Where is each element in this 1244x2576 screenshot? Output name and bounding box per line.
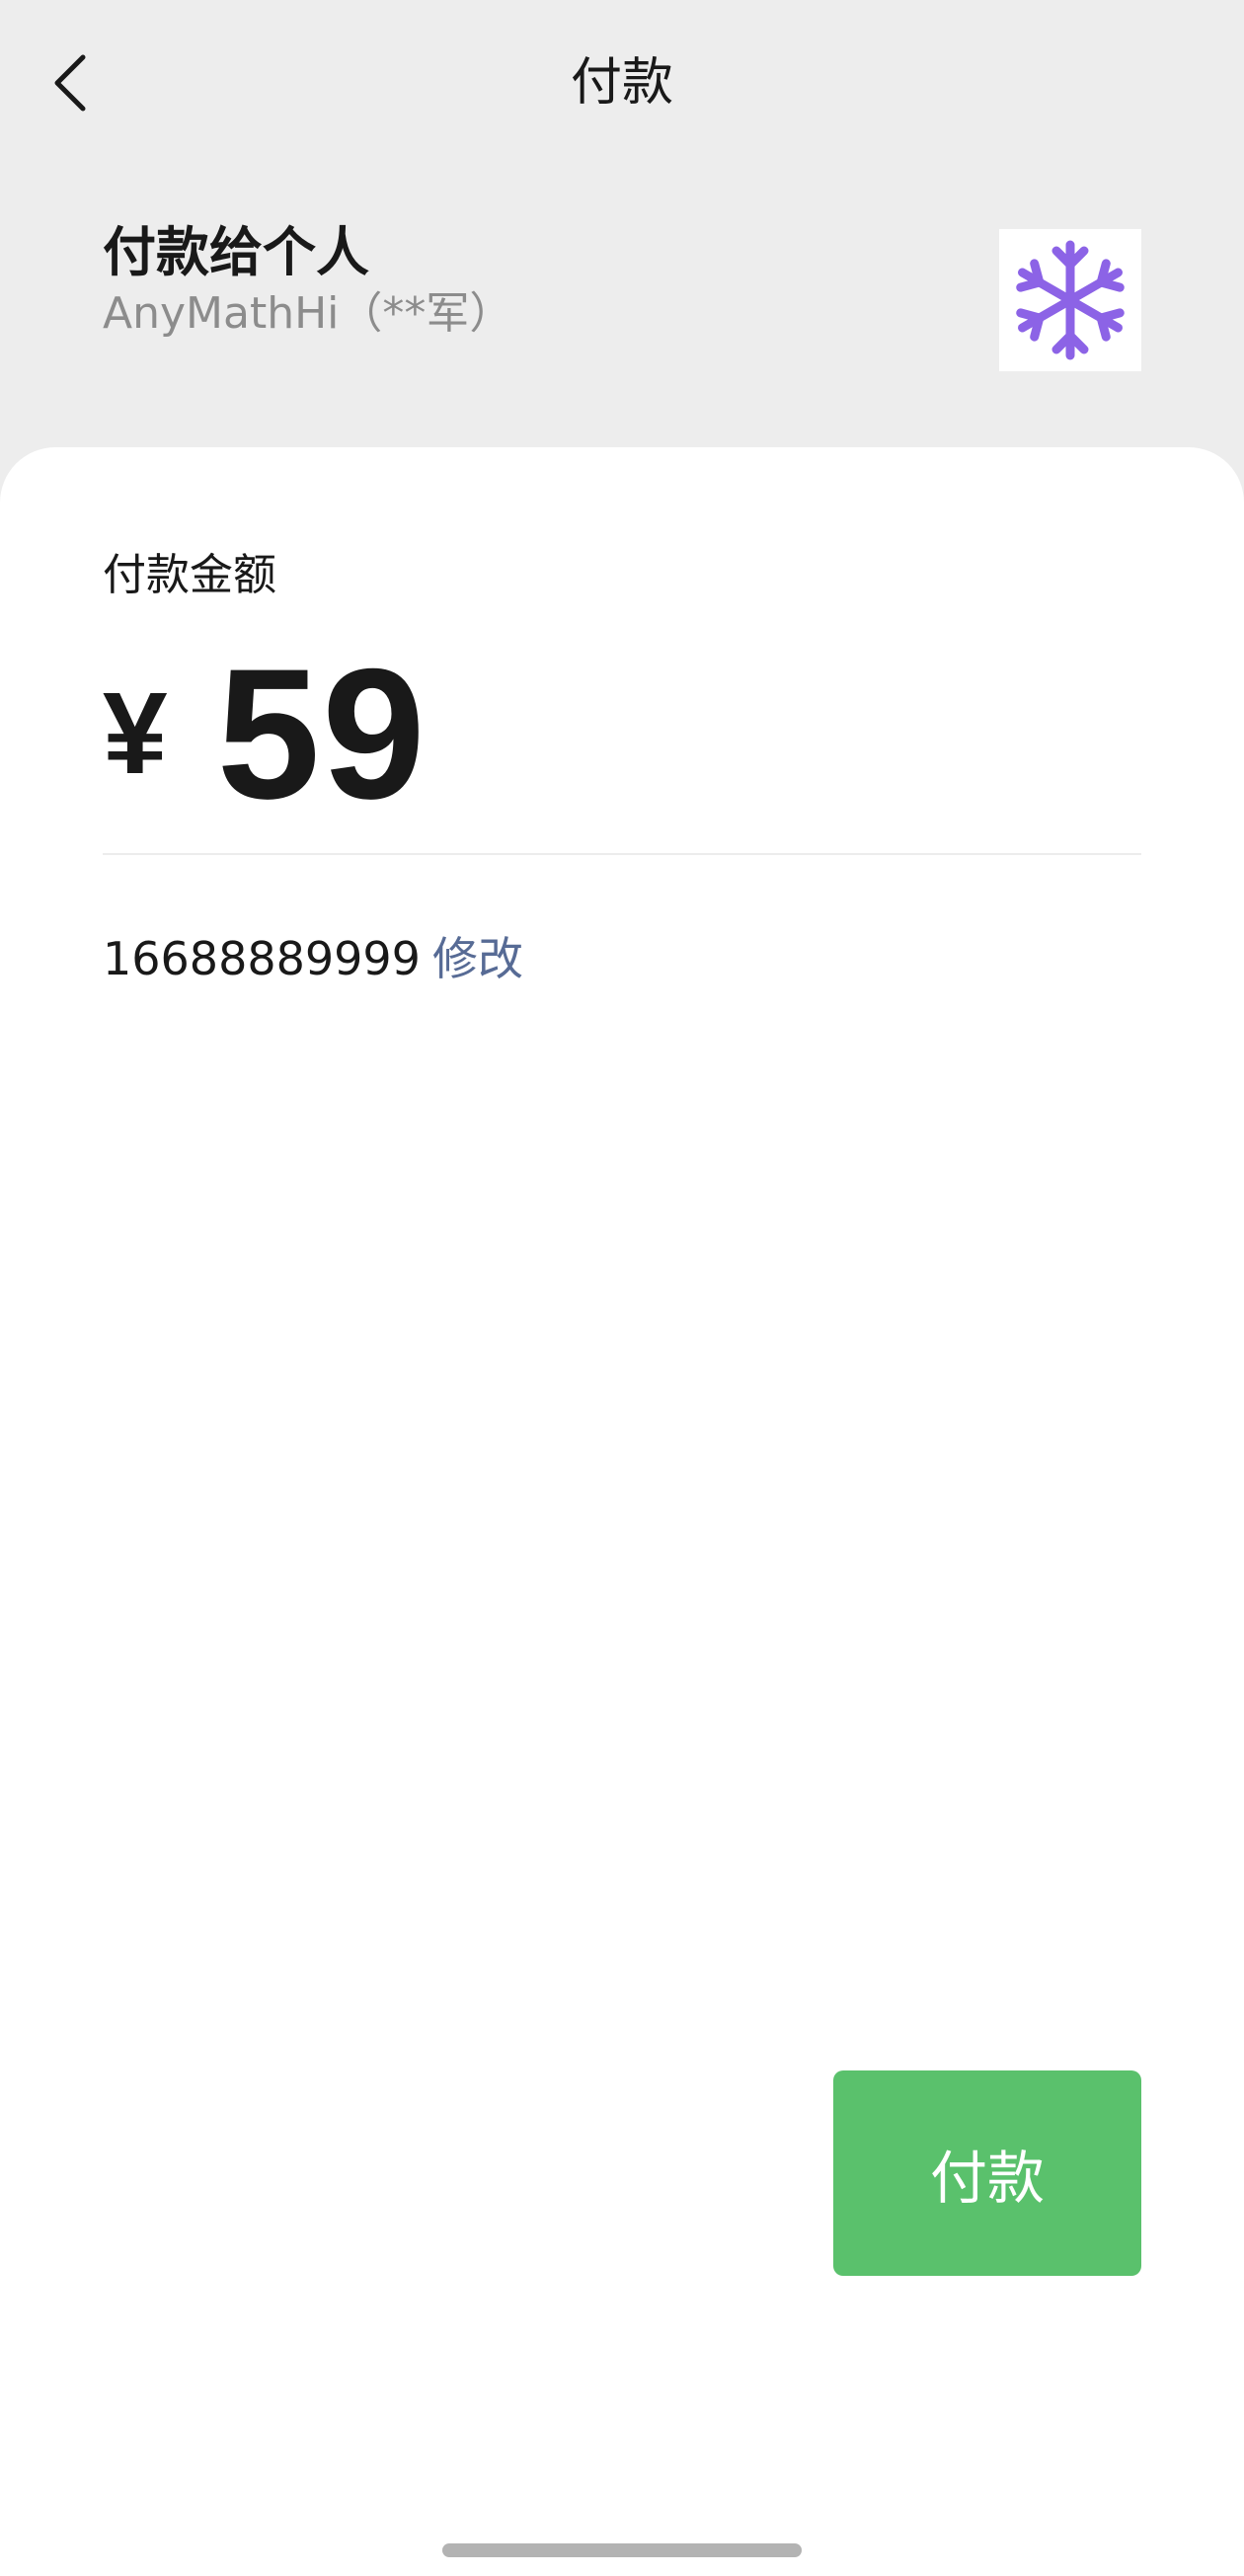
payee-title: 付款给个人 — [103, 221, 369, 283]
edit-link[interactable]: 修改 — [432, 932, 523, 985]
amount-value: 59 — [216, 630, 428, 837]
payee-name: AnyMathHi（**军） — [103, 288, 513, 339]
nav-bar: 付款 — [0, 0, 1244, 168]
currency-symbol: ¥ — [103, 668, 168, 799]
divider — [103, 853, 1141, 855]
avatar — [999, 229, 1141, 371]
payee-info: 付款给个人 AnyMathHi（**军） — [103, 219, 512, 342]
phone-row: 16688889999 修改 — [103, 927, 523, 990]
page-title: 付款 — [570, 53, 673, 113]
amount-input[interactable]: ¥ 59 — [103, 641, 428, 826]
amount-label: 付款金额 — [103, 550, 276, 600]
phone-number: 16688889999 — [103, 932, 421, 985]
pay-button[interactable]: 付款 — [833, 2070, 1141, 2276]
home-indicator — [442, 2543, 802, 2557]
snowflake-icon — [1016, 240, 1125, 360]
